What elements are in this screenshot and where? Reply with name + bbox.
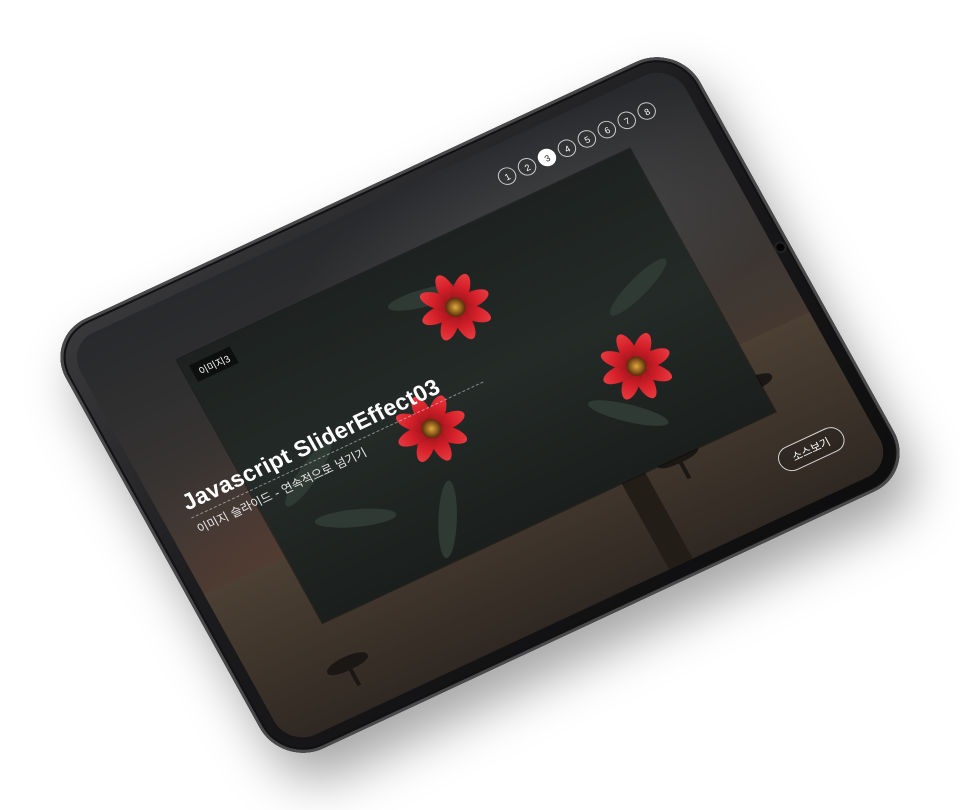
leaf xyxy=(313,505,398,531)
leaf xyxy=(603,253,673,322)
slide-label: 이미지3 xyxy=(188,346,240,382)
tablet-device: 이미지3 Javascript SliderEffect03 이미지 슬라이드 … xyxy=(43,42,917,768)
screen: 이미지3 Javascript SliderEffect03 이미지 슬라이드 … xyxy=(66,63,894,747)
leaf xyxy=(586,395,671,432)
leaf xyxy=(437,479,459,559)
